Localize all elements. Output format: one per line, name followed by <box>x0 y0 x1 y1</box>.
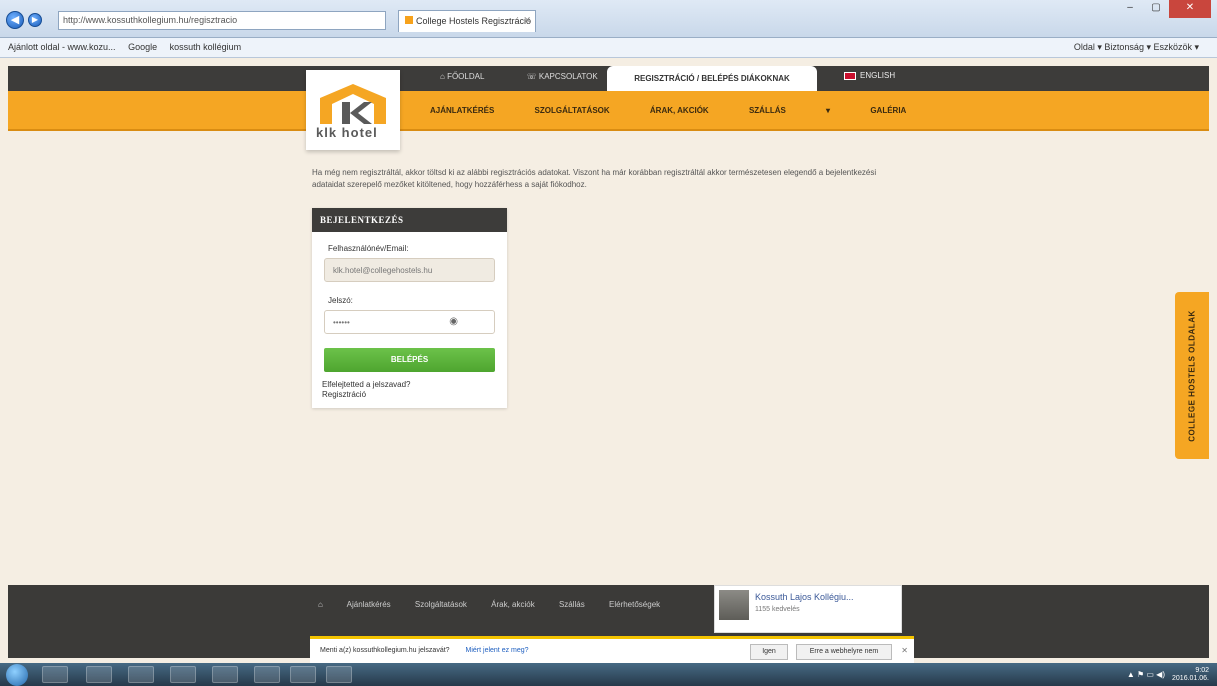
browser-titlebar: ◀ ▶ http://www.kossuthkollegium.hu/regis… <box>0 0 1217 38</box>
facebook-widget[interactable]: Kossuth Lajos Kollégiu... 1155 kedvelés <box>714 585 902 633</box>
system-tray-icons[interactable]: ▲ ⚑ ▭ ◀) <box>1127 670 1165 679</box>
nav-item-accommodation[interactable]: SZÁLLÁS ▾ <box>749 106 830 115</box>
college-hostels-side-tab[interactable]: COLLEGE HOSTELS OLDALAK <box>1175 292 1209 459</box>
maximize-icon[interactable]: ▢ <box>1143 0 1169 18</box>
app-taskbar-icon[interactable] <box>326 666 352 683</box>
taskbar: ▲ ⚑ ▭ ◀) 9:02 2016.01.06. <box>0 663 1217 686</box>
taskbar-clock[interactable]: 9:02 2016.01.06. <box>1172 667 1209 683</box>
close-window-icon[interactable]: ✕ <box>1169 0 1211 18</box>
favorites-bar: Ajánlott oldal - www.kozu... Google koss… <box>0 38 1217 58</box>
notification-never-button[interactable]: Erre a webhelyre nem <box>796 644 892 660</box>
home-link[interactable]: ⌂ FŐOLDAL <box>440 72 504 81</box>
login-title: BEJELENTKEZÉS <box>312 208 507 232</box>
favorite-item[interactable]: Ajánlott oldal - www.kozu... <box>8 42 116 52</box>
address-bar[interactable]: http://www.kossuthkollegium.hu/regisztra… <box>58 11 386 30</box>
window-controls: – ▢ ✕ <box>1117 0 1211 18</box>
register-link[interactable]: Regisztráció <box>322 390 366 399</box>
login-box: BEJELENTKEZÉS Felhasználónév/Email: klk.… <box>312 208 507 408</box>
footer-link[interactable]: Elérhetőségek <box>609 600 660 609</box>
clock-time: 9:02 <box>1195 667 1209 674</box>
contacts-link[interactable]: ☏ KAPCSOLATOK <box>527 72 618 81</box>
back-icon[interactable]: ◀ <box>6 11 24 29</box>
logo-mark-icon <box>320 84 386 124</box>
uk-flag-icon <box>844 71 856 80</box>
facebook-likes: 1155 kedvelés <box>755 606 800 613</box>
login-button[interactable]: BELÉPÉS <box>324 348 495 372</box>
start-icon[interactable] <box>6 664 28 686</box>
footer-link[interactable]: Árak, akciók <box>491 600 535 609</box>
nav-item-quote[interactable]: AJÁNLATKÉRÉS <box>430 106 494 115</box>
ie-taskbar-icon[interactable] <box>42 666 68 683</box>
english-link[interactable]: ENGLISH <box>844 71 895 80</box>
show-password-icon[interactable]: ◉ <box>449 316 458 327</box>
save-password-bar: Menti a(z) kossuthkollegium.hu jelszavát… <box>310 636 914 663</box>
registration-tab[interactable]: REGISZTRÁCIÓ / BELÉPÉS DIÁKOKNAK <box>607 66 817 91</box>
footer-link[interactable]: Szállás <box>559 600 585 609</box>
favorite-item[interactable]: Google <box>128 42 157 52</box>
footer-home-icon[interactable]: ⌂ <box>318 600 323 609</box>
nav-item-prices[interactable]: ÁRAK, AKCIÓK <box>650 106 709 115</box>
nav-item-gallery[interactable]: GALÉRIA <box>870 106 906 115</box>
outlook-taskbar-icon[interactable] <box>254 666 280 683</box>
notification-why-link[interactable]: Miért jelent ez meg? <box>466 647 529 654</box>
tab-close-icon[interactable]: ✕ <box>523 15 531 26</box>
footer-link[interactable]: Ajánlatkérés <box>347 600 391 609</box>
app-taskbar-icon[interactable] <box>290 666 316 683</box>
forgot-password-link[interactable]: Elfelejtetted a jelszavad? <box>322 380 411 389</box>
footer-link[interactable]: Szolgáltatások <box>415 600 467 609</box>
username-label: Felhasználónév/Email: <box>328 244 409 253</box>
footer-links: ⌂ Ajánlatkérés Szolgáltatások Árak, akci… <box>318 600 682 609</box>
notification-yes-button[interactable]: Igen <box>750 644 788 660</box>
media-taskbar-icon[interactable] <box>128 666 154 683</box>
intro-text: Ha még nem regisztráltál, akkor töltsd k… <box>312 168 877 189</box>
explorer-taskbar-icon[interactable] <box>86 666 112 683</box>
favicon-icon <box>405 16 413 24</box>
browser-tools[interactable]: Oldal ▾ Biztonság ▾ Eszközök ▾ <box>1074 42 1199 53</box>
clock-date: 2016.01.06. <box>1172 675 1209 682</box>
logo-text: klk hotel <box>316 125 378 140</box>
chrome-taskbar-icon[interactable] <box>212 666 238 683</box>
notification-text: Menti a(z) kossuthkollegium.hu jelszavát… <box>320 647 450 654</box>
app-taskbar-icon[interactable] <box>170 666 196 683</box>
password-input[interactable]: •••••• ◉ <box>324 310 495 334</box>
site-logo[interactable]: klk hotel <box>306 70 400 150</box>
nav-item-services[interactable]: SZOLGÁLTATÁSOK <box>535 106 610 115</box>
tab-title: College Hostels Regisztráció <box>416 16 532 26</box>
notification-close-icon[interactable]: ✕ <box>901 646 908 655</box>
facebook-page-name[interactable]: Kossuth Lajos Kollégiu... <box>755 592 854 602</box>
password-label: Jelszó: <box>328 296 353 305</box>
facebook-page-thumbnail <box>719 590 749 620</box>
forward-icon[interactable]: ▶ <box>28 13 42 27</box>
minimize-icon[interactable]: – <box>1117 0 1143 18</box>
username-input[interactable]: klk.hotel@collegehostels.hu <box>324 258 495 282</box>
main-nav: AJÁNLATKÉRÉS SZOLGÁLTATÁSOK ÁRAK, AKCIÓK… <box>430 106 944 115</box>
favorite-item[interactable]: kossuth kollégium <box>170 42 242 52</box>
browser-tab[interactable]: College Hostels Regisztráció ✕ <box>398 10 536 32</box>
